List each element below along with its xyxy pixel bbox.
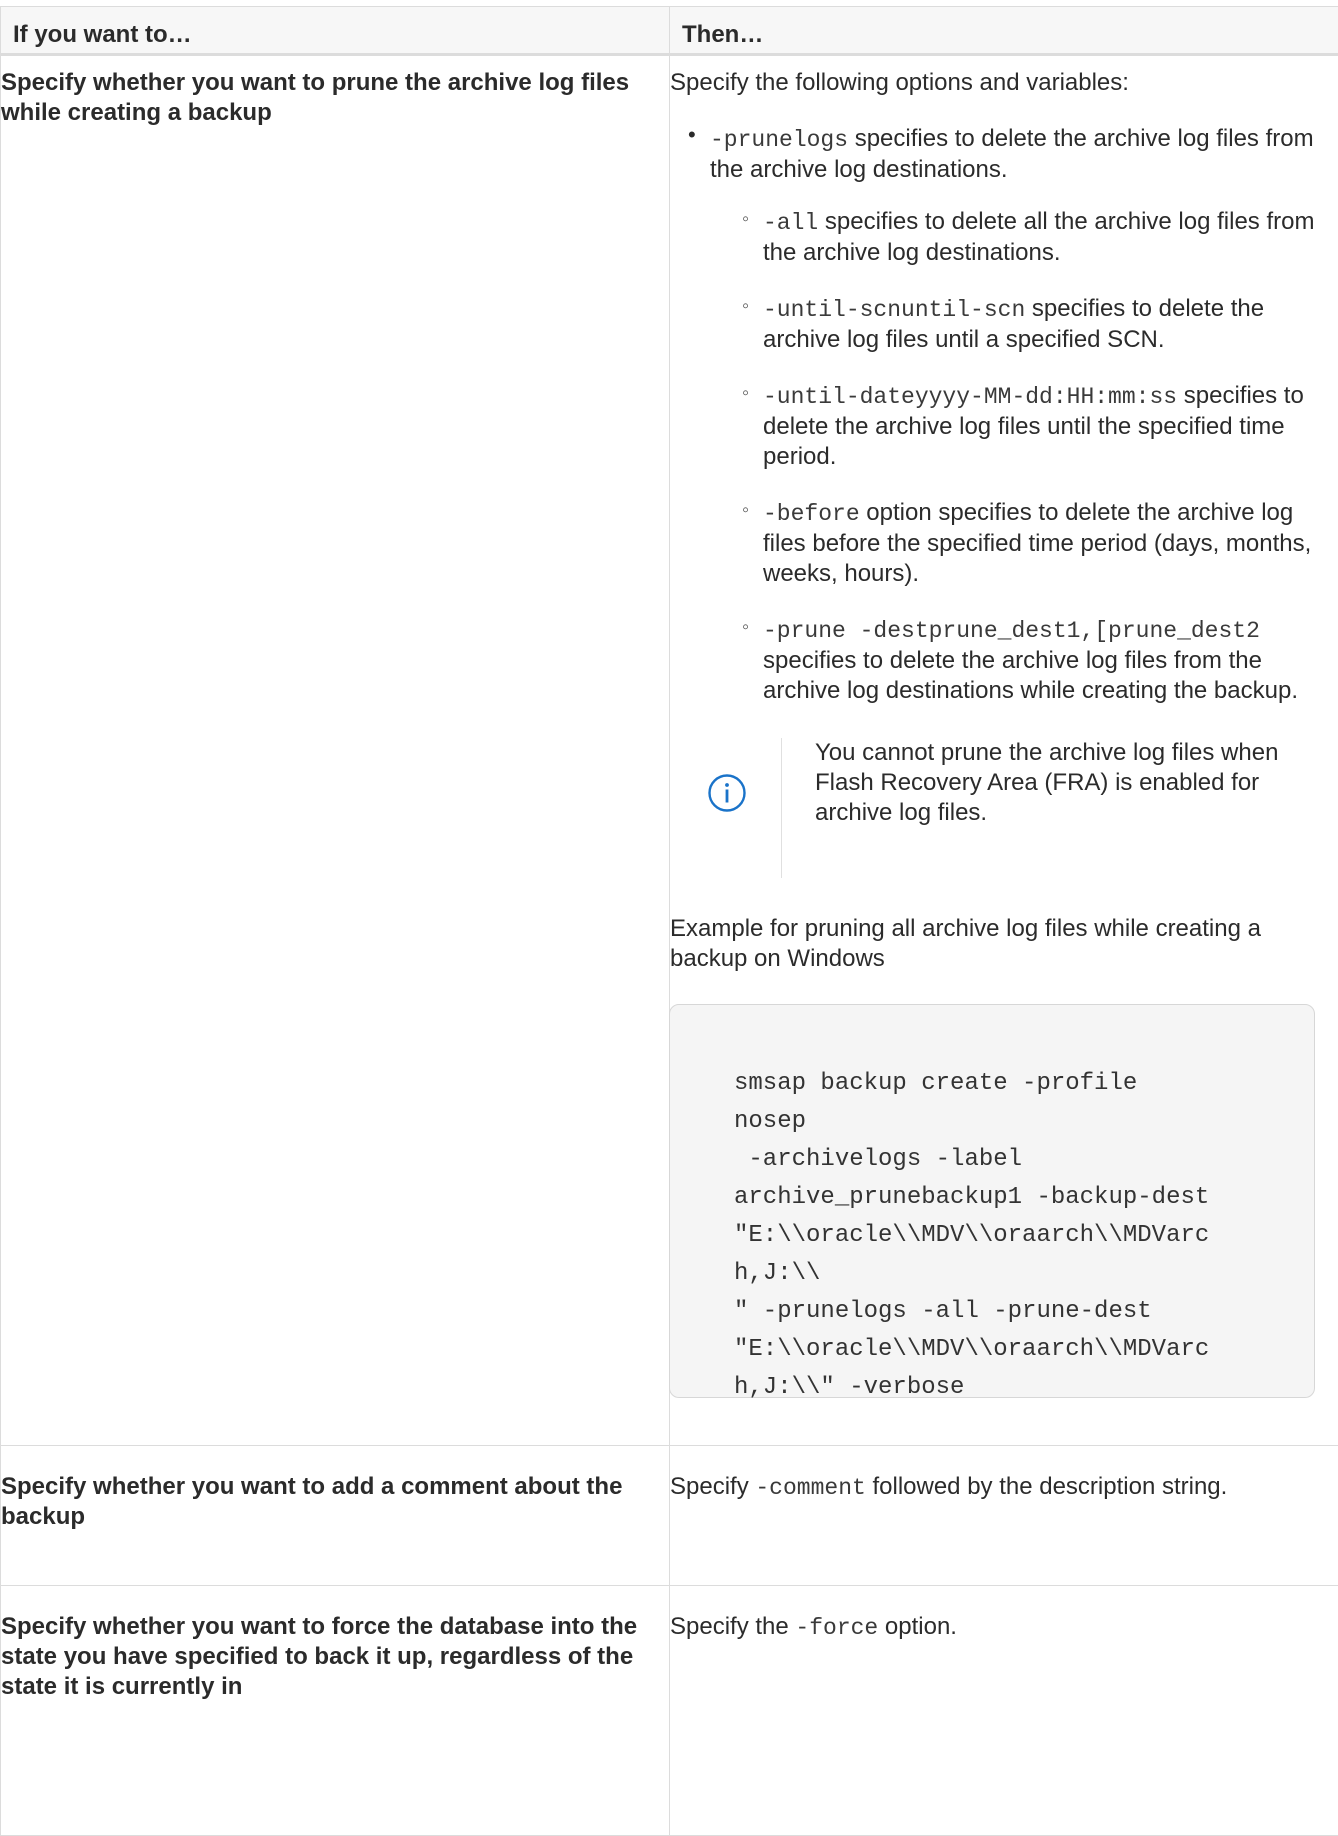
row-prune-then: Specify the following options and variab… bbox=[669, 54, 1338, 1446]
table-row: Specify whether you want to add a commen… bbox=[0, 1445, 1338, 1586]
circle-bullet-icon: ◦ bbox=[742, 208, 750, 230]
row-comment-then-post: followed by the description string. bbox=[865, 1473, 1228, 1500]
row-prune-want-text: Specify whether you want to prune the ar… bbox=[1, 69, 630, 126]
sub-bullet-code: -all bbox=[763, 210, 819, 236]
bullet-code: -prunelogs bbox=[710, 127, 849, 153]
sub-bullet-before: ◦ -before option specifies to delete the… bbox=[670, 498, 1338, 589]
circle-bullet-icon: ◦ bbox=[742, 382, 750, 404]
code-line: "E:\\oracle\\MDV\\oraarch\\MDVarc bbox=[734, 1222, 1210, 1249]
circle-bullet-icon: ◦ bbox=[742, 295, 750, 317]
circle-bullet-icon: ◦ bbox=[742, 616, 750, 638]
options-intro: Specify the following options and variab… bbox=[670, 69, 1129, 96]
sub-bullet-text: specifies to delete the archive log file… bbox=[763, 647, 1298, 704]
row-force-then-pre: Specify the bbox=[670, 1613, 796, 1640]
sub-bullet-code: -prune -destprune_dest1,[prune_dest2 bbox=[763, 618, 1260, 644]
code-block: smsap backup create -profile nosep -arch… bbox=[669, 1004, 1315, 1401]
note-text: You cannot prune the archive log files w… bbox=[815, 739, 1279, 826]
row-comment-then-pre: Specify bbox=[670, 1473, 756, 1500]
row-force-then: Specify the -force option. bbox=[669, 1585, 1338, 1836]
code-lines: smsap backup create -profile nosep -arch… bbox=[734, 1065, 1314, 1407]
code-line: -archivelogs -label bbox=[734, 1146, 1023, 1173]
sub-bullet-code: -until-dateyyyy-MM-dd:HH:mm:ss bbox=[763, 384, 1178, 410]
bullet-dot-icon: • bbox=[688, 122, 696, 147]
header-then: Then… bbox=[669, 6, 1338, 56]
header-if-you-want: If you want to… bbox=[0, 6, 670, 56]
sub-bullet-code: -before bbox=[763, 501, 860, 527]
code-line: h,J:\\ bbox=[734, 1260, 821, 1287]
row-force-code: -force bbox=[795, 1615, 879, 1641]
note-divider bbox=[781, 738, 782, 878]
row-comment-code: -comment bbox=[755, 1475, 866, 1501]
row-force-then-post: option. bbox=[878, 1613, 957, 1640]
table-row: Specify whether you want to force the da… bbox=[0, 1585, 1338, 1836]
sub-bullet-all: ◦ -all specifies to delete all the archi… bbox=[670, 207, 1338, 268]
row-force-want-text: Specify whether you want to force the da… bbox=[1, 1613, 638, 1700]
sub-bullet-text: specifies to delete all the archive log … bbox=[763, 208, 1315, 266]
code-line: smsap backup create -profile bbox=[734, 1070, 1138, 1097]
example-label: Example for pruning all archive log file… bbox=[670, 915, 1261, 972]
code-line: nosep bbox=[734, 1108, 807, 1135]
row-comment-want-text: Specify whether you want to add a commen… bbox=[1, 1473, 623, 1530]
row-force-want: Specify whether you want to force the da… bbox=[0, 1585, 670, 1836]
row-comment-then: Specify -comment followed by the descrip… bbox=[669, 1445, 1338, 1586]
sub-bullet-until-scn: ◦ -until-scnuntil-scn specifies to delet… bbox=[670, 294, 1338, 355]
circle-bullet-icon: ◦ bbox=[742, 499, 750, 521]
options-table: If you want to… Then… Specify whether yo… bbox=[0, 6, 1338, 1836]
bullet-prunelogs: • -prunelogs specifies to delete the arc… bbox=[670, 122, 1338, 185]
sub-bullet-prune-dest: ◦ -prune -destprune_dest1,[prune_dest2 s… bbox=[670, 615, 1338, 706]
code-line: "E:\\oracle\\MDV\\oraarch\\MDVarc bbox=[734, 1336, 1210, 1363]
sub-bullet-code: -until-scnuntil-scn bbox=[763, 297, 1026, 323]
sub-bullet-until-date: ◦ -until-dateyyyy-MM-dd:HH:mm:ss specifi… bbox=[670, 381, 1338, 472]
row-comment-want: Specify whether you want to add a commen… bbox=[0, 1445, 670, 1586]
code-line: " -prunelogs -all -prune-dest bbox=[734, 1298, 1152, 1325]
table-header-row: If you want to… Then… bbox=[0, 6, 1338, 56]
table-row: Specify whether you want to prune the ar… bbox=[0, 54, 1338, 1446]
info-icon bbox=[708, 774, 746, 812]
code-line: h,J:\\" -verbose bbox=[734, 1374, 965, 1401]
row-prune-want: Specify whether you want to prune the ar… bbox=[0, 54, 670, 1446]
code-line: archive_prunebackup1 -backup-dest bbox=[734, 1184, 1210, 1211]
note-block: You cannot prune the archive log files w… bbox=[670, 738, 1338, 878]
